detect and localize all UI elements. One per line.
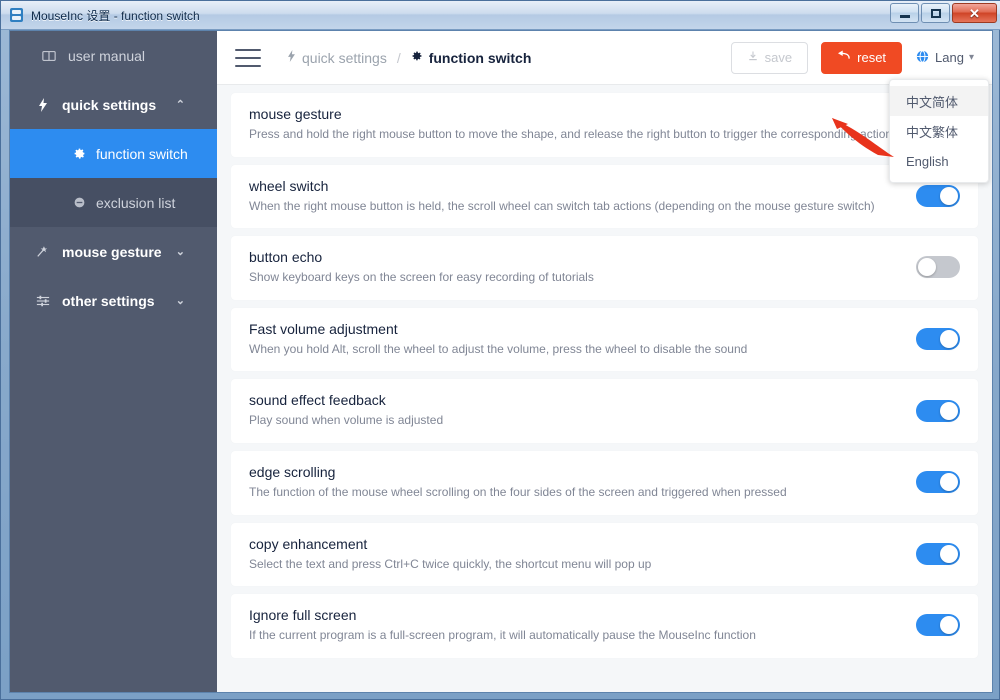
- save-button[interactable]: save: [730, 41, 809, 74]
- minimize-icon: [899, 15, 910, 18]
- language-option-zh-hant[interactable]: 中文繁体: [890, 116, 988, 146]
- setting-row: wheel switch When the right mouse button…: [231, 164, 978, 229]
- mouseinc-logo-icon: [9, 7, 25, 23]
- language-selector[interactable]: Lang ▾: [915, 49, 978, 67]
- setting-description: Show keyboard keys on the screen for eas…: [249, 270, 594, 285]
- setting-toggle[interactable]: [916, 399, 960, 422]
- language-label: Lang: [935, 50, 964, 65]
- gear-icon: [70, 147, 88, 160]
- breadcrumb-item-quick-settings[interactable]: quick settings: [287, 50, 387, 66]
- maximize-button[interactable]: [921, 3, 950, 23]
- sidebar-item-label: function switch: [96, 145, 188, 162]
- bolt-icon: [34, 97, 52, 112]
- bolt-icon: [287, 50, 296, 65]
- setting-title: button echo: [249, 249, 323, 266]
- chevron-down-icon: ▾: [968, 52, 974, 63]
- gear-icon: [411, 50, 423, 65]
- top-bar: quick settings / function switch save re…: [217, 31, 992, 85]
- hamburger-icon[interactable]: [235, 48, 261, 67]
- sidebar-item-exclusion-list[interactable]: exclusion list: [10, 178, 217, 227]
- sidebar-item-quick-settings[interactable]: quick settings ⌃: [10, 80, 217, 129]
- setting-title: Fast volume adjustment: [249, 320, 398, 337]
- chevron-down-icon: ⌄: [175, 295, 185, 307]
- setting-title: Ignore full screen: [249, 607, 357, 624]
- setting-row: edge scrolling The function of the mouse…: [231, 450, 978, 515]
- breadcrumb: quick settings / function switch: [287, 50, 531, 66]
- language-option-zh-hans[interactable]: 中文简体: [890, 86, 988, 116]
- settings-list[interactable]: mouse gesture Press and hold the right m…: [217, 85, 992, 692]
- minimize-button[interactable]: [890, 3, 919, 23]
- setting-title: mouse gesture: [249, 106, 342, 122]
- client-area: user manual quick settings ⌃ function sw…: [9, 30, 993, 693]
- reset-button-label: reset: [857, 50, 887, 65]
- setting-description: When the right mouse button is held, the…: [249, 198, 875, 213]
- setting-description: The function of the mouse wheel scrollin…: [249, 484, 787, 499]
- undo-icon: [837, 50, 851, 65]
- setting-row: mouse gesture Press and hold the right m…: [231, 93, 978, 157]
- language-dropdown-menu: 中文简体 中文繁体 English: [889, 79, 989, 183]
- breadcrumb-label: quick settings: [302, 49, 387, 66]
- setting-row: Ignore full screen If the current progra…: [231, 594, 978, 658]
- breadcrumb-item-function-switch: function switch: [411, 49, 532, 66]
- setting-row: copy enhancement Select the text and pre…: [231, 522, 978, 587]
- globe-icon: [915, 49, 930, 67]
- app-window: MouseInc 设置 - function switch ✕ user man…: [0, 0, 1000, 700]
- language-option-english[interactable]: English: [890, 146, 988, 176]
- setting-toggle[interactable]: [916, 256, 960, 279]
- setting-row: Fast volume adjustment When you hold Alt…: [231, 307, 978, 372]
- breadcrumb-label: function switch: [428, 49, 532, 66]
- sidebar-item-function-switch[interactable]: function switch: [10, 129, 217, 178]
- sidebar-item-label: quick settings: [62, 96, 157, 113]
- sidebar-item-user-manual[interactable]: user manual: [10, 31, 217, 80]
- download-icon: [747, 50, 759, 65]
- maximize-icon: [930, 8, 941, 18]
- breadcrumb-separator: /: [396, 49, 401, 66]
- window-controls: ✕: [890, 3, 997, 23]
- setting-description: When you hold Alt, scroll the wheel to a…: [249, 341, 748, 356]
- language-option-label: 中文繁体: [906, 124, 959, 140]
- sidebar-item-label: other settings: [62, 292, 155, 309]
- chevron-up-icon: ⌃: [175, 99, 185, 111]
- sidebar-item-mouse-gesture[interactable]: mouse gesture ⌄: [10, 227, 217, 276]
- gesture-icon: [34, 245, 52, 259]
- setting-description: Play sound when volume is adjusted: [249, 413, 444, 428]
- chevron-down-icon: ⌄: [175, 246, 185, 258]
- language-option-label: English: [906, 153, 949, 169]
- window-title: MouseInc 设置 - function switch: [31, 8, 200, 23]
- setting-toggle[interactable]: [916, 471, 960, 494]
- setting-toggle[interactable]: [916, 542, 960, 565]
- sidebar-item-label: mouse gesture: [62, 243, 162, 260]
- title-bar: MouseInc 设置 - function switch ✕: [1, 1, 1000, 30]
- reset-button[interactable]: reset: [821, 41, 903, 74]
- setting-title: wheel switch: [249, 177, 329, 194]
- close-button[interactable]: ✕: [952, 3, 997, 23]
- setting-row: button echo Show keyboard keys on the sc…: [231, 236, 978, 300]
- book-icon: [40, 49, 58, 63]
- setting-toggle[interactable]: [916, 328, 960, 351]
- sidebar-item-label: user manual: [68, 47, 146, 64]
- setting-description: Press and hold the right mouse button to…: [249, 127, 893, 141]
- top-actions: save reset Lang ▾: [730, 41, 978, 74]
- main-panel: quick settings / function switch save re…: [217, 31, 992, 692]
- setting-toggle[interactable]: [916, 184, 960, 207]
- setting-title: sound effect feedback: [249, 392, 386, 409]
- setting-toggle[interactable]: [916, 614, 960, 637]
- minus-circle-icon: [70, 196, 88, 209]
- save-button-label: save: [764, 50, 793, 65]
- setting-title: edge scrolling: [249, 463, 336, 480]
- setting-description: Select the text and press Ctrl+C twice q…: [249, 556, 652, 571]
- sliders-icon: [34, 294, 52, 308]
- language-option-label: 中文简体: [906, 94, 959, 110]
- setting-description: If the current program is a full-screen …: [249, 628, 756, 643]
- sidebar-item-other-settings[interactable]: other settings ⌄: [10, 276, 217, 325]
- close-icon: ✕: [969, 5, 980, 21]
- sidebar-item-label: exclusion list: [96, 194, 176, 211]
- sidebar: user manual quick settings ⌃ function sw…: [10, 31, 217, 692]
- setting-row: sound effect feedback Play sound when vo…: [231, 379, 978, 443]
- setting-title: copy enhancement: [249, 535, 368, 552]
